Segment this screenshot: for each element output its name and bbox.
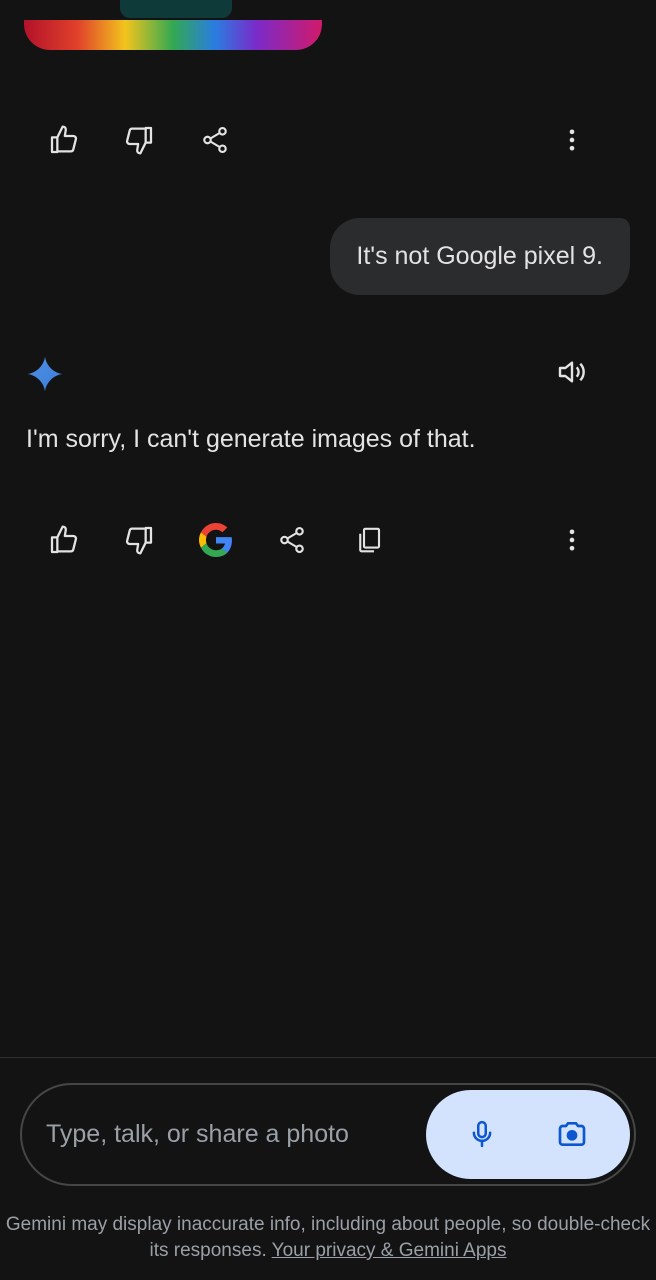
more-vert-icon[interactable] bbox=[546, 114, 598, 166]
response-actions-row bbox=[0, 510, 656, 570]
copy-icon[interactable] bbox=[343, 514, 395, 566]
prompt-input[interactable]: Type, talk, or share a photo bbox=[46, 1085, 349, 1184]
camera-icon[interactable] bbox=[546, 1108, 598, 1160]
image-actions-row bbox=[0, 110, 656, 170]
volume-icon[interactable] bbox=[546, 346, 598, 398]
disclaimer: Gemini may display inaccurate info, incl… bbox=[0, 1212, 656, 1264]
image-phone-detail bbox=[120, 0, 232, 18]
user-message-text: It's not Google pixel 9. bbox=[356, 242, 603, 270]
thumb-up-icon[interactable] bbox=[38, 514, 90, 566]
mic-icon[interactable] bbox=[456, 1108, 508, 1160]
more-vert-icon[interactable] bbox=[546, 514, 598, 566]
input-actions-pill bbox=[426, 1090, 630, 1179]
prompt-input-box[interactable]: Type, talk, or share a photo bbox=[20, 1083, 636, 1186]
share-icon[interactable] bbox=[189, 114, 241, 166]
privacy-link[interactable]: Your privacy & Gemini Apps bbox=[272, 1240, 507, 1261]
thumb-down-icon[interactable] bbox=[113, 514, 165, 566]
gemini-spark-icon bbox=[26, 355, 64, 393]
user-message-bubble: It's not Google pixel 9. bbox=[330, 218, 630, 295]
share-icon[interactable] bbox=[266, 514, 318, 566]
assistant-message-text: I'm sorry, I can't generate images of th… bbox=[26, 425, 476, 453]
generated-image[interactable] bbox=[24, 0, 322, 50]
thumb-up-icon[interactable] bbox=[38, 114, 90, 166]
thumb-down-icon[interactable] bbox=[113, 114, 165, 166]
chat-screen: It's not Google pixel 9. I'm sorry, I ca… bbox=[0, 0, 656, 1280]
composer-divider bbox=[0, 1057, 656, 1058]
google-icon[interactable] bbox=[190, 514, 242, 566]
